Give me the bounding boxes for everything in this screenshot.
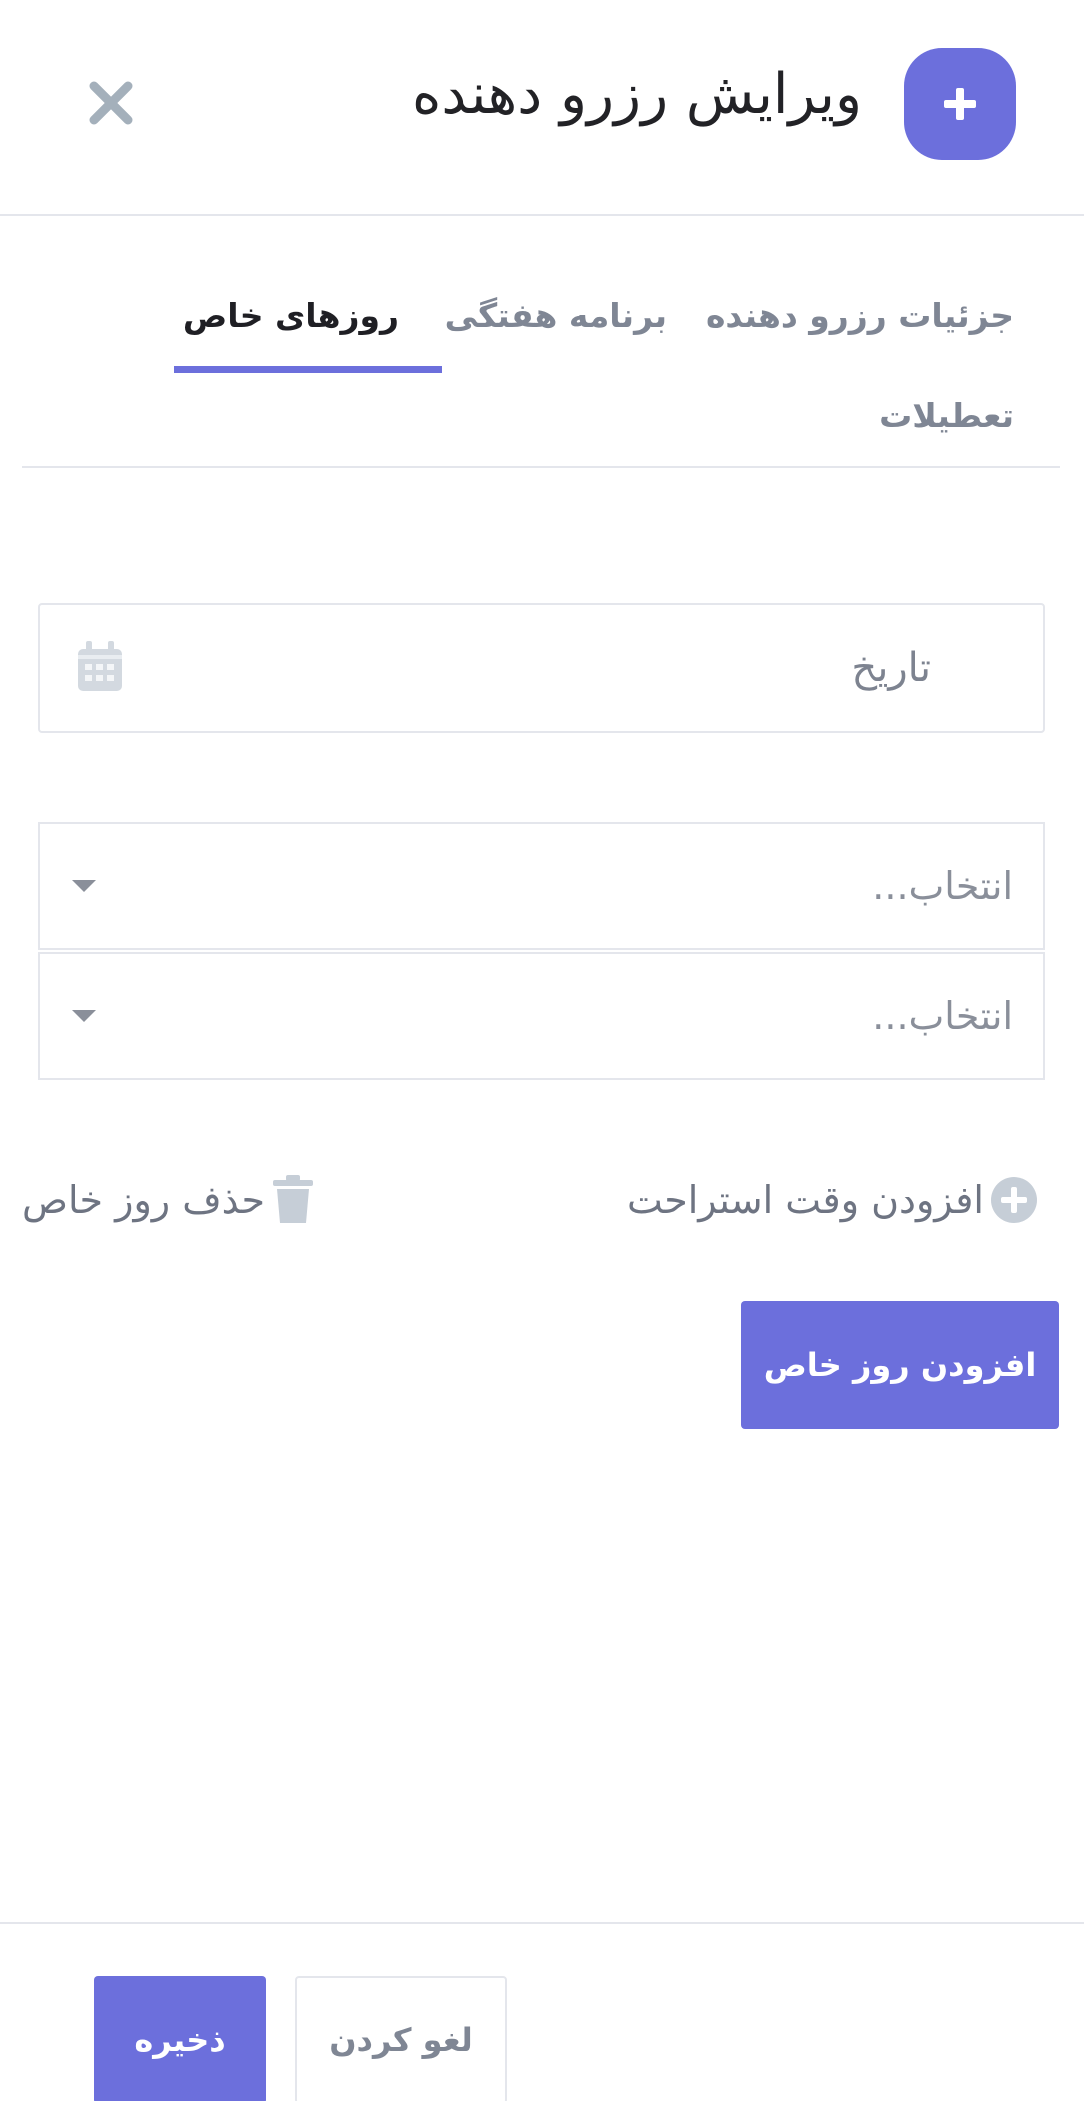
cancel-button[interactable]: لغو کردن: [295, 1976, 507, 2101]
add-break-label: افزودن وقت استراحت: [626, 1178, 984, 1222]
select-placeholder: انتخاب...: [872, 864, 1013, 908]
page-title: ویرایش رزرو دهنده: [412, 62, 862, 127]
end-time-select[interactable]: انتخاب...: [38, 952, 1045, 1080]
tab-special-days[interactable]: روزهای خاص: [183, 296, 399, 335]
plus-circle-icon: [991, 1177, 1037, 1223]
start-time-select[interactable]: انتخاب...: [38, 822, 1045, 950]
tab-provider-details[interactable]: جزئیات رزرو دهنده: [706, 296, 1014, 335]
trash-icon: [273, 1175, 314, 1223]
delete-special-day-label: حذف روز خاص: [22, 1178, 266, 1222]
date-placeholder: تاریخ: [851, 645, 931, 691]
tab-holidays[interactable]: تعطیلات: [879, 396, 1014, 435]
header-badge: [904, 48, 1016, 160]
tab-weekly-schedule[interactable]: برنامه هفتگی: [445, 296, 667, 335]
active-tab-indicator: [174, 366, 442, 373]
edit-provider-panel: ویرایش رزرو دهنده جزئیات رزرو دهنده برنا…: [0, 0, 1084, 2101]
panel-header: ویرایش رزرو دهنده: [0, 0, 1084, 216]
chevron-down-icon: [72, 880, 96, 892]
date-field[interactable]: تاریخ: [38, 603, 1045, 733]
tab-bar: [22, 258, 1060, 468]
chevron-down-icon: [72, 1010, 96, 1022]
select-placeholder: انتخاب...: [872, 994, 1013, 1038]
panel-footer: لغو کردن ذخیره: [0, 1922, 1084, 2101]
close-icon: [89, 81, 133, 125]
add-break-link[interactable]: افزودن وقت استراحت: [627, 1172, 1038, 1228]
delete-special-day-link[interactable]: حذف روز خاص: [22, 1172, 315, 1228]
close-button[interactable]: [86, 78, 136, 128]
save-button[interactable]: ذخیره: [94, 1976, 266, 2101]
calendar-icon: [78, 641, 122, 691]
plus-icon: [944, 88, 976, 120]
add-special-day-button[interactable]: افزودن روز خاص: [741, 1301, 1059, 1429]
